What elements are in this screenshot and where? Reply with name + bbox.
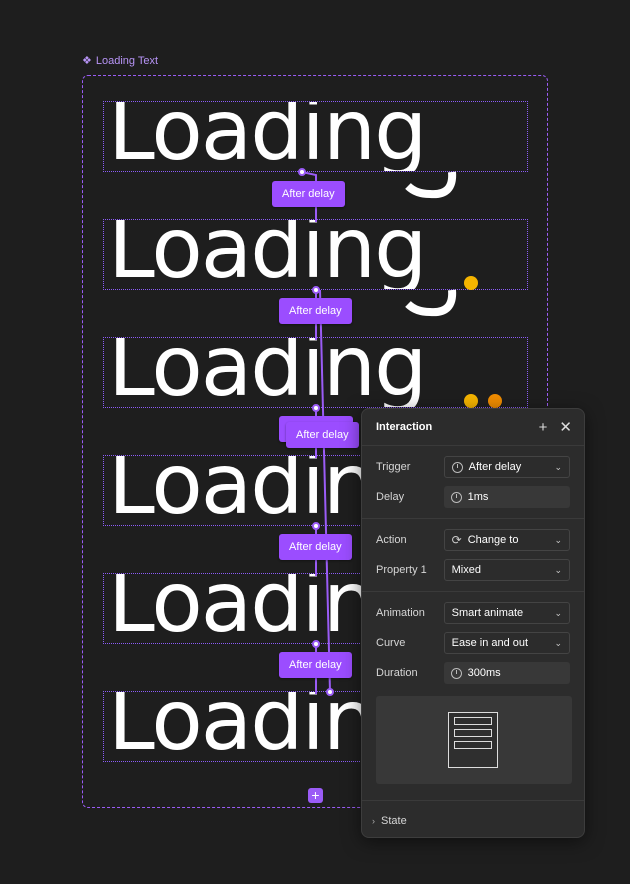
delay-label: Delay — [376, 491, 405, 503]
connection-label[interactable]: After delay — [279, 534, 352, 560]
preview-bar — [454, 741, 492, 749]
interaction-panel: Interaction + ✕ Trigger After delay ⌄ De… — [361, 408, 585, 838]
variant-frame[interactable]: Loading — [103, 101, 528, 172]
action-select[interactable]: ⟳ Change to ⌄ — [443, 529, 570, 551]
loading-dot — [488, 394, 502, 408]
action-label: Action — [376, 534, 407, 546]
duration-value: 300ms — [467, 667, 501, 679]
panel-title: Interaction — [376, 421, 433, 433]
component-label[interactable]: ❖ Loading Text — [82, 54, 159, 68]
timer-icon — [450, 667, 462, 679]
state-toggle[interactable]: › State — [362, 801, 584, 837]
swap-icon: ⟳ — [451, 533, 462, 547]
connection-label[interactable]: After delay — [286, 422, 359, 448]
chevron-right-icon: › — [372, 816, 375, 826]
property-value: Mixed — [451, 564, 481, 576]
component-name: Loading Text — [95, 54, 159, 67]
trigger-select[interactable]: After delay ⌄ — [443, 456, 570, 478]
preview-frame — [448, 712, 498, 768]
trigger-value: After delay — [468, 461, 522, 473]
connection-label[interactable]: After delay — [272, 181, 345, 207]
animation-preview — [376, 696, 572, 784]
animation-select[interactable]: Smart animate ⌄ — [443, 602, 570, 624]
chevron-down-icon: ⌄ — [554, 461, 562, 472]
connection-node[interactable] — [312, 522, 320, 530]
connection-label[interactable]: After delay — [279, 652, 352, 678]
chevron-down-icon: ⌄ — [554, 607, 562, 618]
connection-node[interactable] — [298, 168, 306, 176]
animation-section: Animation Smart animate ⌄ Curve Ease in … — [362, 592, 584, 801]
plus-icon[interactable]: + — [539, 419, 548, 436]
curve-select[interactable]: Ease in and out ⌄ — [443, 632, 570, 654]
timer-icon — [450, 491, 462, 503]
timer-icon — [451, 461, 463, 473]
component-icon: ❖ — [82, 55, 92, 67]
connection-node[interactable] — [312, 640, 320, 648]
preview-bar — [454, 717, 492, 725]
close-icon[interactable]: ✕ — [559, 418, 572, 436]
state-label: State — [381, 815, 407, 827]
connection-node[interactable] — [312, 404, 320, 412]
loading-dot — [464, 276, 478, 290]
loading-word: Loading — [108, 337, 427, 408]
action-value: Change to — [467, 534, 519, 546]
trigger-section: Trigger After delay ⌄ Delay 1ms — [362, 446, 584, 519]
chevron-down-icon: ⌄ — [554, 534, 562, 545]
connection-node[interactable] — [312, 286, 320, 294]
animation-label: Animation — [376, 607, 425, 619]
property-label: Property 1 — [376, 564, 427, 576]
delay-input[interactable]: 1ms — [443, 486, 570, 508]
loading-word: Loading — [108, 219, 427, 290]
chevron-down-icon: ⌄ — [554, 564, 562, 575]
duration-input[interactable]: 300ms — [443, 662, 570, 684]
chevron-down-icon: ⌄ — [554, 637, 562, 648]
panel-header: Interaction + ✕ — [362, 409, 584, 446]
connection-node[interactable] — [326, 688, 334, 696]
trigger-label: Trigger — [376, 461, 411, 473]
loading-word: Loading — [108, 101, 427, 172]
preview-bar — [454, 729, 492, 737]
curve-label: Curve — [376, 637, 406, 649]
duration-label: Duration — [376, 667, 418, 679]
action-section: Action ⟳ Change to ⌄ Property 1 Mixed ⌄ — [362, 519, 584, 592]
delay-value: 1ms — [467, 491, 489, 503]
add-variant-button[interactable]: + — [308, 788, 323, 803]
animation-value: Smart animate — [451, 607, 524, 619]
curve-value: Ease in and out — [451, 637, 529, 649]
connection-label[interactable]: After delay — [279, 298, 352, 324]
loading-dot — [464, 394, 478, 408]
property-select[interactable]: Mixed ⌄ — [443, 559, 570, 581]
